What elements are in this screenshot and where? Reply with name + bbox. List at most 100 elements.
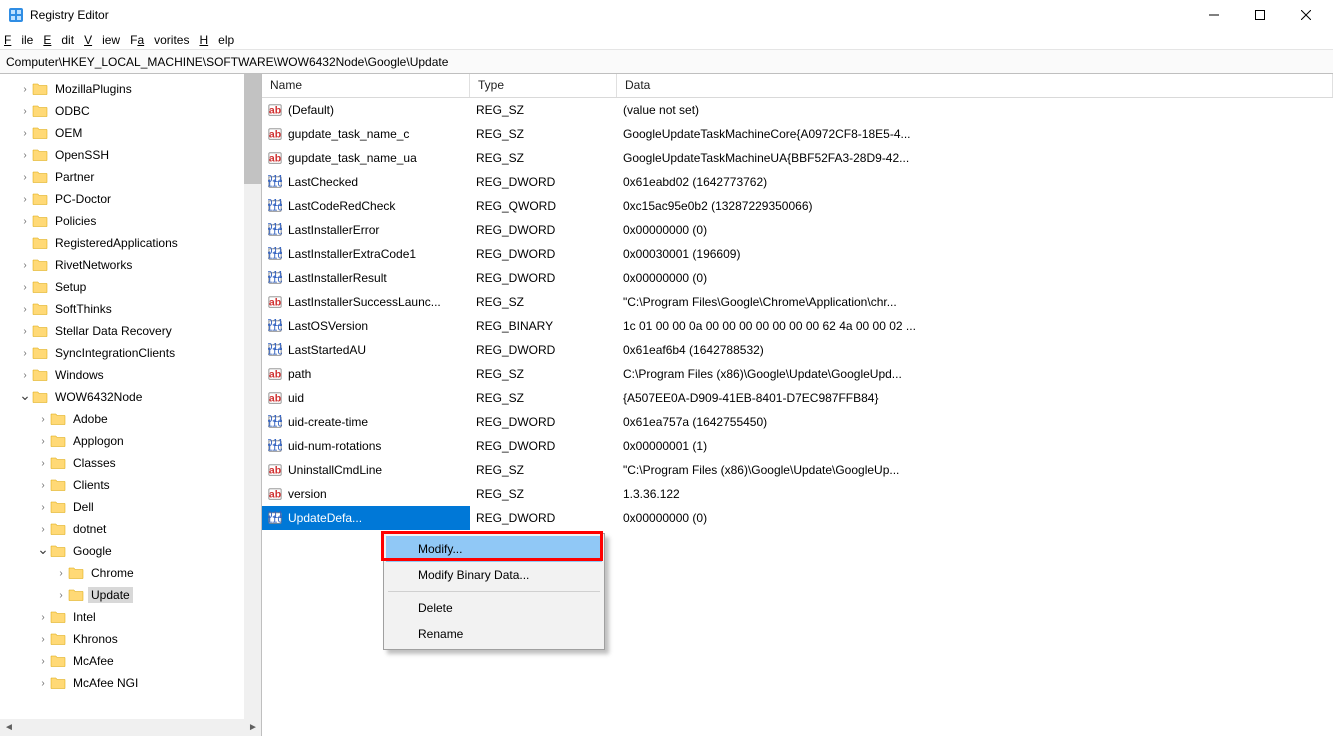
tree-item[interactable]: ›Classes bbox=[0, 452, 261, 474]
chevron-right-icon[interactable]: › bbox=[18, 84, 32, 95]
tree-item[interactable]: ›Khronos bbox=[0, 628, 261, 650]
value-name: LastInstallerError bbox=[282, 223, 470, 237]
chevron-right-icon[interactable]: › bbox=[36, 524, 50, 535]
tree-item[interactable]: ›Clients bbox=[0, 474, 261, 496]
folder-icon bbox=[32, 390, 48, 404]
tree-item[interactable]: ›OpenSSH bbox=[0, 144, 261, 166]
menu-help[interactable]: Help bbox=[199, 33, 234, 47]
column-header-name[interactable]: Name bbox=[262, 74, 470, 97]
tree-item[interactable]: ›dotnet bbox=[0, 518, 261, 540]
list-row[interactable]: abUninstallCmdLineREG_SZ"C:\Program File… bbox=[262, 458, 1333, 482]
tree-item[interactable]: ›ODBC bbox=[0, 100, 261, 122]
chevron-right-icon[interactable]: › bbox=[18, 304, 32, 315]
scroll-right-icon[interactable]: ► bbox=[246, 721, 260, 735]
folder-icon bbox=[32, 280, 48, 294]
tree-item[interactable]: RegisteredApplications bbox=[0, 232, 261, 254]
chevron-right-icon[interactable]: › bbox=[18, 128, 32, 139]
chevron-right-icon[interactable]: › bbox=[36, 458, 50, 469]
list-row[interactable]: abLastInstallerSuccessLaunc...REG_SZ"C:\… bbox=[262, 290, 1333, 314]
list-row[interactable]: ab(Default)REG_SZ(value not set) bbox=[262, 98, 1333, 122]
tree-item[interactable]: ›Stellar Data Recovery bbox=[0, 320, 261, 342]
tree-item[interactable]: ›Dell bbox=[0, 496, 261, 518]
tree-item[interactable]: ›OEM bbox=[0, 122, 261, 144]
tree-item[interactable]: ›Applogon bbox=[0, 430, 261, 452]
chevron-down-icon[interactable]: ⌄ bbox=[18, 387, 32, 404]
tree-item[interactable]: ›McAfee NGI bbox=[0, 672, 261, 694]
chevron-right-icon[interactable]: › bbox=[36, 436, 50, 447]
tree-item[interactable]: ›SyncIntegrationClients bbox=[0, 342, 261, 364]
tree-item[interactable]: ›McAfee bbox=[0, 650, 261, 672]
tree-vertical-scrollbar[interactable] bbox=[244, 74, 261, 736]
chevron-right-icon[interactable]: › bbox=[18, 260, 32, 271]
tree-item[interactable]: ›Chrome bbox=[0, 562, 261, 584]
list-row[interactable]: abuidREG_SZ{A507EE0A-D909-41EB-8401-D7EC… bbox=[262, 386, 1333, 410]
tree-item-label: RivetNetworks bbox=[52, 257, 135, 273]
list-row[interactable]: 011110LastOSVersionREG_BINARY1c 01 00 00… bbox=[262, 314, 1333, 338]
chevron-down-icon[interactable]: ⌄ bbox=[36, 541, 50, 558]
chevron-right-icon[interactable]: › bbox=[18, 348, 32, 359]
chevron-right-icon[interactable]: › bbox=[18, 370, 32, 381]
tree-item[interactable]: ›MozillaPlugins bbox=[0, 78, 261, 100]
list-row[interactable]: 011110LastStartedAUREG_DWORD0x61eaf6b4 (… bbox=[262, 338, 1333, 362]
chevron-right-icon[interactable]: › bbox=[36, 678, 50, 689]
list-row[interactable]: 011110UpdateDefa...REG_DWORD0x00000000 (… bbox=[262, 506, 1333, 530]
chevron-right-icon[interactable]: › bbox=[18, 106, 32, 117]
menu-view[interactable]: View bbox=[84, 33, 120, 47]
column-header-type[interactable]: Type bbox=[470, 74, 617, 97]
tree-item[interactable]: ›Partner bbox=[0, 166, 261, 188]
context-menu-modify-binary[interactable]: Modify Binary Data... bbox=[386, 562, 602, 588]
list-row[interactable]: 011110LastCheckedREG_DWORD0x61eabd02 (16… bbox=[262, 170, 1333, 194]
chevron-right-icon[interactable]: › bbox=[54, 568, 68, 579]
context-menu-modify[interactable]: Modify... bbox=[386, 536, 602, 562]
menu-edit[interactable]: Edit bbox=[43, 33, 74, 47]
tree-item[interactable]: ›PC-Doctor bbox=[0, 188, 261, 210]
chevron-right-icon[interactable]: › bbox=[18, 216, 32, 227]
folder-icon bbox=[32, 346, 48, 360]
tree-item[interactable]: ⌄Google bbox=[0, 540, 261, 562]
tree-item[interactable]: ›Intel bbox=[0, 606, 261, 628]
tree-item[interactable]: ›Setup bbox=[0, 276, 261, 298]
chevron-right-icon[interactable]: › bbox=[36, 656, 50, 667]
tree-horizontal-scrollbar[interactable]: ◄ ► bbox=[0, 719, 262, 736]
tree-item[interactable]: › RivetNetworks bbox=[0, 254, 261, 276]
menu-file[interactable]: File bbox=[4, 33, 33, 47]
list-row[interactable]: 011110LastInstallerExtraCode1REG_DWORD0x… bbox=[262, 242, 1333, 266]
scroll-left-icon[interactable]: ◄ bbox=[2, 721, 16, 735]
tree-item[interactable]: ›Update bbox=[0, 584, 261, 606]
list-row[interactable]: 011110LastInstallerErrorREG_DWORD0x00000… bbox=[262, 218, 1333, 242]
list-row[interactable]: abgupdate_task_name_uaREG_SZGoogleUpdate… bbox=[262, 146, 1333, 170]
chevron-right-icon[interactable]: › bbox=[36, 612, 50, 623]
chevron-right-icon[interactable]: › bbox=[36, 480, 50, 491]
tree-item[interactable]: ›SoftThinks bbox=[0, 298, 261, 320]
chevron-right-icon[interactable]: › bbox=[18, 194, 32, 205]
chevron-right-icon[interactable]: › bbox=[54, 590, 68, 601]
address-bar[interactable]: Computer\HKEY_LOCAL_MACHINE\SOFTWARE\WOW… bbox=[0, 50, 1333, 74]
close-button[interactable] bbox=[1283, 0, 1329, 30]
chevron-right-icon[interactable]: › bbox=[18, 172, 32, 183]
chevron-right-icon[interactable]: › bbox=[18, 150, 32, 161]
tree-item[interactable]: ›Windows bbox=[0, 364, 261, 386]
chevron-right-icon[interactable]: › bbox=[18, 282, 32, 293]
chevron-right-icon[interactable]: › bbox=[36, 634, 50, 645]
chevron-right-icon[interactable]: › bbox=[36, 502, 50, 513]
chevron-right-icon[interactable]: › bbox=[18, 326, 32, 337]
chevron-right-icon[interactable]: › bbox=[36, 414, 50, 425]
column-header-data[interactable]: Data bbox=[617, 74, 1333, 97]
binary-value-icon: 011110 bbox=[262, 222, 282, 238]
tree-item[interactable]: ›Adobe bbox=[0, 408, 261, 430]
minimize-button[interactable] bbox=[1191, 0, 1237, 30]
list-row[interactable]: 011110LastInstallerResultREG_DWORD0x0000… bbox=[262, 266, 1333, 290]
tree-item[interactable]: ⌄WOW6432Node bbox=[0, 386, 261, 408]
tree-item[interactable]: ›Policies bbox=[0, 210, 261, 232]
menu-favorites[interactable]: Favorites bbox=[130, 33, 189, 47]
folder-icon bbox=[50, 654, 66, 668]
maximize-button[interactable] bbox=[1237, 0, 1283, 30]
list-row[interactable]: 011110uid-num-rotationsREG_DWORD0x000000… bbox=[262, 434, 1333, 458]
list-row[interactable]: abgupdate_task_name_cREG_SZGoogleUpdateT… bbox=[262, 122, 1333, 146]
context-menu-delete[interactable]: Delete bbox=[386, 595, 602, 621]
list-row[interactable]: abpathREG_SZC:\Program Files (x86)\Googl… bbox=[262, 362, 1333, 386]
context-menu-rename[interactable]: Rename bbox=[386, 621, 602, 647]
list-row[interactable]: 011110LastCodeRedCheckREG_QWORD0xc15ac95… bbox=[262, 194, 1333, 218]
list-row[interactable]: 011110uid-create-timeREG_DWORD0x61ea757a… bbox=[262, 410, 1333, 434]
list-row[interactable]: abversionREG_SZ1.3.36.122 bbox=[262, 482, 1333, 506]
